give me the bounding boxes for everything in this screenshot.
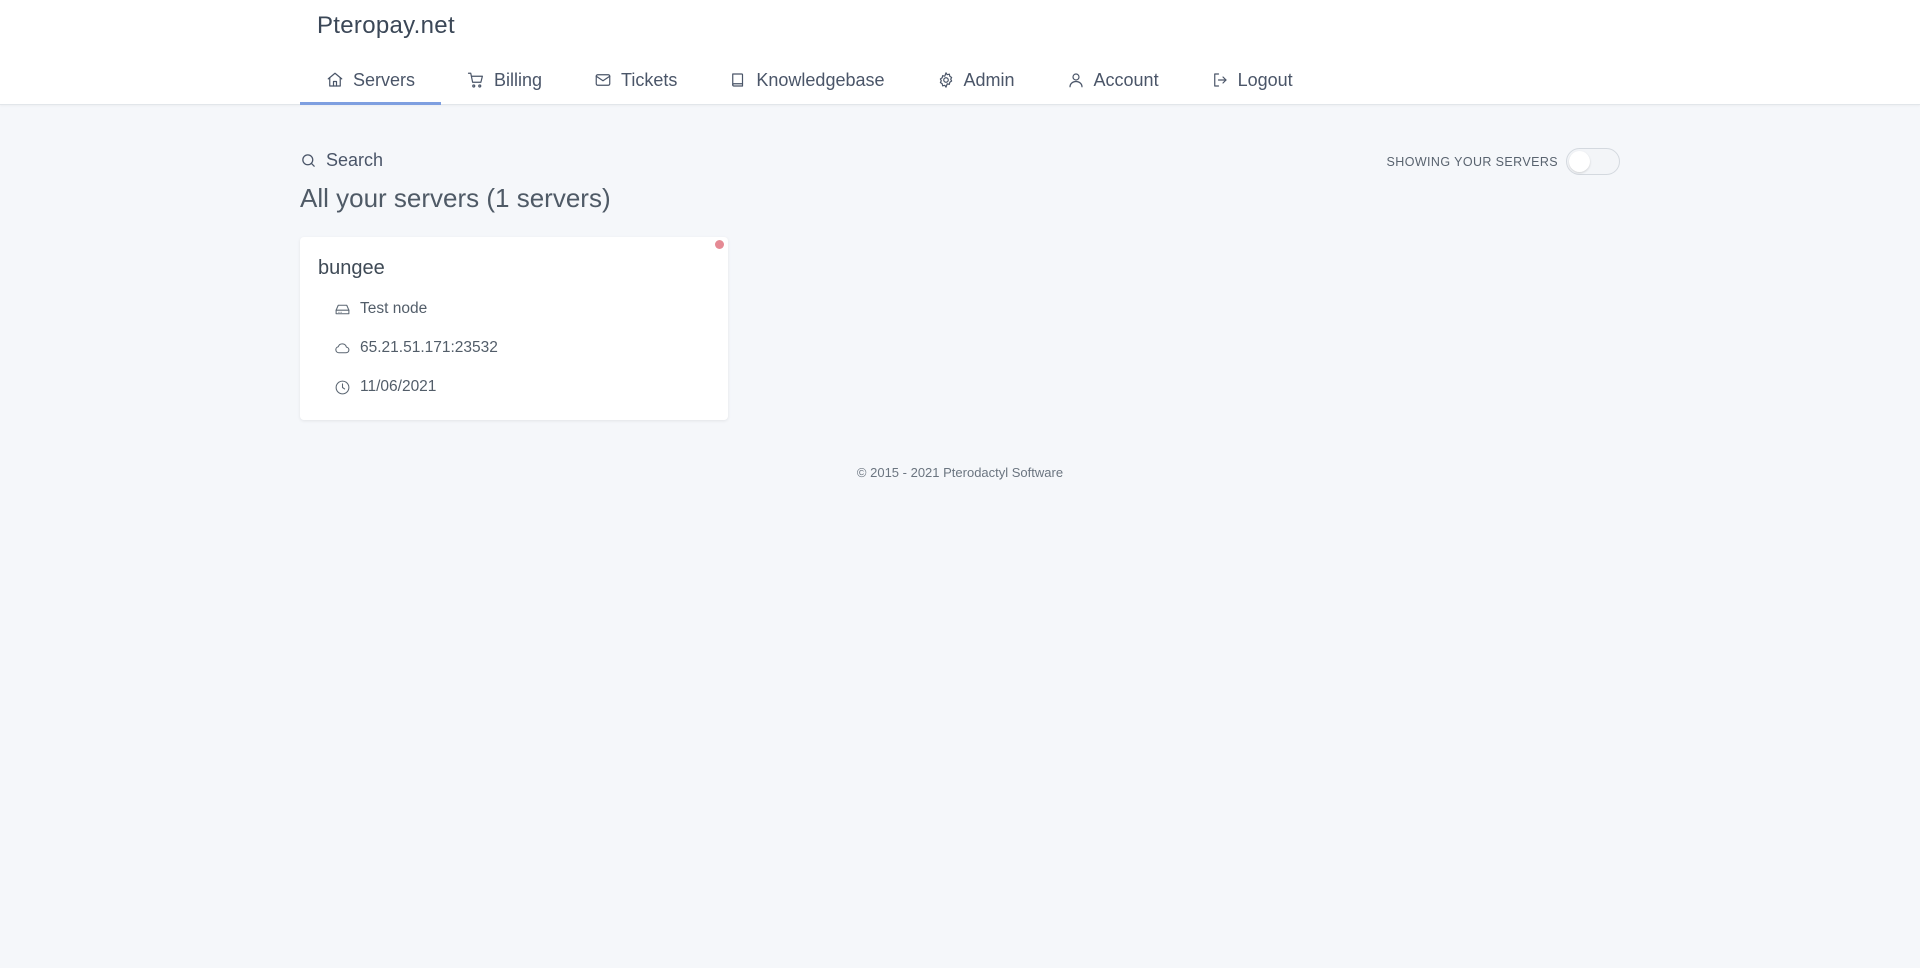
home-icon xyxy=(327,72,343,87)
nav-label: Account xyxy=(1093,69,1159,90)
search-label: Search xyxy=(326,150,384,170)
server-filter: SHOWING YOUR SERVERS xyxy=(1387,148,1620,175)
brand-title[interactable]: Pteropay.net xyxy=(317,12,455,40)
nav-label: Billing xyxy=(494,69,543,90)
nav-item-admin[interactable]: Admin xyxy=(911,58,1041,105)
server-card[interactable]: bungee Test node 65.21.51.171:23532 11/0… xyxy=(300,237,728,420)
server-name: bungee xyxy=(318,257,385,279)
cloud-icon xyxy=(335,342,350,353)
main-nav: Servers Billing Tickets Knowledgebase Ad… xyxy=(300,58,1319,105)
nav-item-knowledgebase[interactable]: Knowledgebase xyxy=(703,58,910,105)
nav-item-account[interactable]: Account xyxy=(1041,58,1185,105)
page-title: All your servers (1 servers) xyxy=(300,183,611,213)
gear-icon xyxy=(939,72,952,88)
server-address-row: 65.21.51.171:23532 xyxy=(334,339,498,357)
nav-label: Tickets xyxy=(621,69,678,90)
server-date: 11/06/2021 xyxy=(360,378,437,395)
nav-label: Servers xyxy=(353,69,416,90)
nav-label: Knowledgebase xyxy=(756,69,885,90)
server-date-row: 11/06/2021 xyxy=(334,378,436,396)
nav-label: Logout xyxy=(1237,69,1293,90)
server-address: 65.21.51.171:23532 xyxy=(360,339,498,356)
nav-item-billing[interactable]: Billing xyxy=(441,58,568,105)
cart-icon xyxy=(467,72,483,88)
nav-item-tickets[interactable]: Tickets xyxy=(568,58,703,105)
nav-label: Admin xyxy=(963,69,1015,90)
mail-icon xyxy=(595,74,611,86)
top-header: Pteropay.net Servers Billing Tickets Kno… xyxy=(0,0,1920,105)
footer-copyright: © 2015 - 2021 Pterodactyl Software xyxy=(856,465,1064,480)
status-indicator xyxy=(715,240,724,249)
search-icon xyxy=(302,154,315,167)
nav-item-logout[interactable]: Logout xyxy=(1185,58,1319,105)
toggle-label: SHOWING YOUR SERVERS xyxy=(1386,154,1558,169)
logout-icon xyxy=(1213,73,1227,87)
search-button[interactable]: Search xyxy=(300,150,383,171)
toggle-knob xyxy=(1569,151,1590,172)
nav-item-servers[interactable]: Servers xyxy=(300,58,442,105)
server-node: Test node xyxy=(360,300,428,317)
book-icon xyxy=(732,73,744,87)
show-all-servers-toggle[interactable] xyxy=(1566,148,1620,175)
hard-drive-icon xyxy=(335,304,350,314)
user-icon xyxy=(1068,73,1083,88)
clock-icon xyxy=(335,380,350,394)
server-node-row: Test node xyxy=(334,300,427,318)
